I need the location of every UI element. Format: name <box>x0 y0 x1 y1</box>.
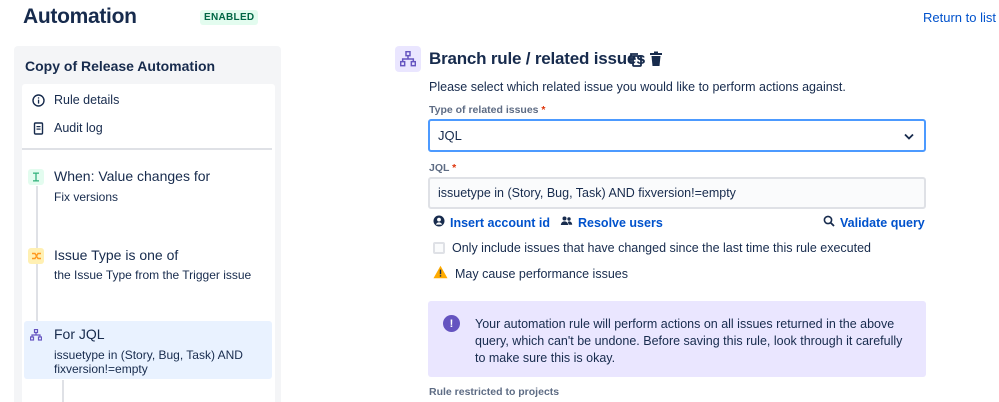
info-icon <box>32 93 45 107</box>
select-value: JQL <box>438 128 462 143</box>
type-label-text: Type of related issues <box>429 104 539 116</box>
jql-value: issuetype in (Story, Bug, Task) AND fixv… <box>438 186 736 200</box>
sidebar-item-audit-log[interactable]: Audit log <box>32 121 103 135</box>
validate-query-link[interactable]: Validate query <box>823 215 925 230</box>
user-circle-icon <box>433 215 445 230</box>
link-label: Validate query <box>840 215 925 230</box>
performance-warning: May cause performance issues <box>433 265 628 282</box>
step-condition[interactable]: Issue Type is one of the Issue Type from… <box>28 247 268 287</box>
required-asterisk: * <box>538 104 546 116</box>
step-title: For JQL <box>54 326 105 342</box>
resolve-users-link[interactable]: Resolve users <box>560 215 663 230</box>
trigger-icon <box>28 169 44 185</box>
rule-name: Copy of Release Automation <box>25 58 216 74</box>
jql-label-text: JQL <box>429 162 450 174</box>
link-label: Resolve users <box>578 215 663 230</box>
condition-icon <box>28 248 44 264</box>
step-title: Issue Type is one of <box>54 247 179 263</box>
step-branch[interactable]: For JQL issuetype in (Story, Bug, Task) … <box>28 326 268 378</box>
exclamation-icon: ! <box>443 315 460 332</box>
branch-connector <box>62 380 64 402</box>
sidebar-item-label: Audit log <box>54 121 103 135</box>
instructions-text: Please select which related issue you wo… <box>429 80 846 94</box>
related-issues-type-select[interactable]: JQL <box>428 119 926 152</box>
warning-text: May cause performance issues <box>455 266 628 281</box>
insert-account-id-link[interactable]: Insert account id <box>433 215 550 230</box>
branch-rule-icon <box>395 46 421 72</box>
restricted-projects-label: Rule restricted to projects <box>429 386 560 398</box>
changed-issues-checkbox[interactable] <box>433 242 445 254</box>
sidebar-divider <box>22 148 272 150</box>
step-subtitle: issuetype in (Story, Bug, Task) AND fixv… <box>54 348 243 376</box>
checkbox-label: Only include issues that have changed si… <box>452 241 871 255</box>
warning-icon <box>433 265 448 282</box>
status-badge: ENABLED <box>200 10 259 25</box>
search-icon <box>823 215 835 230</box>
sidebar-item-label: Rule details <box>54 93 120 107</box>
step-title: When: Value changes for <box>54 168 211 184</box>
sidebar-item-rule-details[interactable]: Rule details <box>32 93 119 107</box>
type-field-label: Type of related issues * <box>429 104 546 116</box>
document-icon <box>32 121 45 135</box>
link-label: Insert account id <box>450 215 551 230</box>
trash-icon[interactable] <box>649 51 663 72</box>
return-to-list-link[interactable]: Return to list <box>923 10 996 25</box>
page-title: Automation <box>23 5 137 28</box>
step-subtitle: the Issue Type from the Trigger issue <box>54 268 252 282</box>
info-text: Your automation rule will perform action… <box>475 317 903 365</box>
step-trigger[interactable]: When: Value changes for Fix versions <box>28 168 268 208</box>
required-asterisk: * <box>449 162 457 174</box>
jql-input[interactable]: issuetype in (Story, Bug, Task) AND fixv… <box>428 177 926 209</box>
copy-icon[interactable] <box>629 52 643 73</box>
step-subtitle: Fix versions <box>54 190 119 204</box>
people-icon <box>560 215 573 230</box>
jql-field-label: JQL * <box>429 162 456 174</box>
component-title: Branch rule / related issues <box>429 49 646 68</box>
chevron-down-icon <box>904 128 914 143</box>
branch-icon <box>28 327 44 343</box>
